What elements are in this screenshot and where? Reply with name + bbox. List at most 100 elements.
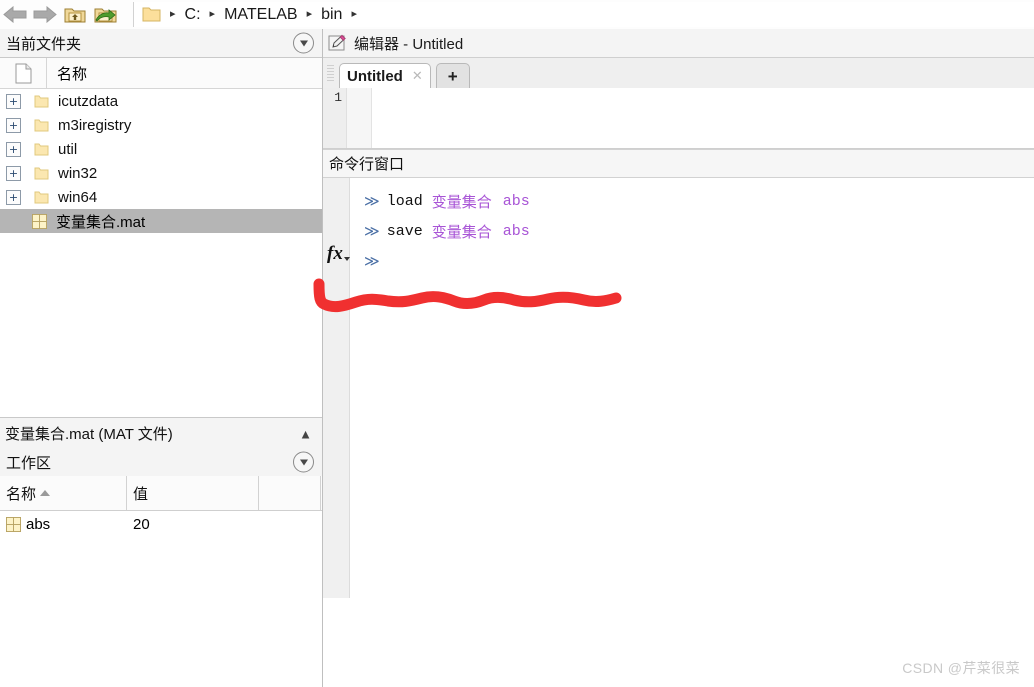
tree-row-label: icutzdata xyxy=(58,92,119,110)
workspace-variable-name: abs xyxy=(26,516,51,533)
prompt-symbol: ≫ xyxy=(364,223,380,241)
command-window-title: 命令行窗口 xyxy=(329,156,405,173)
editor-line-number: 1 xyxy=(334,90,342,105)
folder-icon xyxy=(34,118,49,133)
breadcrumb-sep: ▸ xyxy=(170,8,176,20)
browse-folder-icon[interactable] xyxy=(90,0,120,29)
new-tab-button[interactable]: + xyxy=(435,63,470,88)
editor-pencil-icon xyxy=(328,34,347,52)
close-icon[interactable]: ✕ xyxy=(412,68,423,84)
tree-row-label: util xyxy=(58,140,78,158)
command-line-active[interactable]: ≫ xyxy=(350,246,1034,276)
workspace-col-value-label: 值 xyxy=(133,485,149,503)
back-arrow-icon[interactable] xyxy=(0,0,30,29)
breadcrumb[interactable]: ▸ C: ▸ MATELAB ▸ bin ▸ xyxy=(133,2,1034,27)
tree-row-label: m3iregistry xyxy=(58,116,132,134)
breadcrumb-sep: ▸ xyxy=(351,8,357,20)
workspace-col-value[interactable]: 值 xyxy=(127,476,259,510)
expand-icon[interactable]: + xyxy=(6,189,21,205)
drag-grip-icon[interactable] xyxy=(327,65,334,82)
command-line-1: ≫ save 变量集合 abs xyxy=(350,216,1034,246)
workspace-panel-header: 工作区 xyxy=(0,448,322,477)
file-tree: + icutzdata + m3iregistry + util + win32… xyxy=(0,89,322,415)
command-arg-1: 变量集合 xyxy=(431,193,492,211)
breadcrumb-item-1[interactable]: MATELAB xyxy=(222,6,300,24)
breadcrumb-sep: ▸ xyxy=(306,8,313,20)
folder-icon xyxy=(34,94,49,109)
dropdown-circle-icon[interactable] xyxy=(293,451,314,473)
prompt-symbol: ≫ xyxy=(364,253,380,271)
file-tree-column-header: 名称 xyxy=(0,58,322,89)
tree-row-label: win64 xyxy=(58,188,98,206)
workspace-table-header: 名称 值 xyxy=(0,476,322,511)
command-arg-1: 变量集合 xyxy=(431,223,492,241)
csdn-watermark: CSDN @芹菜很菜 xyxy=(902,660,1020,676)
workspace-title: 工作区 xyxy=(6,454,52,472)
command-arg-2: abs xyxy=(502,192,530,210)
editor-text-area[interactable] xyxy=(372,88,1034,148)
editor-line-gutter: 1 xyxy=(323,88,347,148)
tree-row-mat-file[interactable]: 变量集合.mat xyxy=(0,209,322,233)
workspace-col-extra[interactable] xyxy=(259,476,321,510)
workspace-table: 名称 值 abs 20 xyxy=(0,476,322,538)
editor-text-area-wrap: 1 xyxy=(323,88,1034,149)
command-text: save xyxy=(386,222,423,240)
forward-arrow-icon[interactable] xyxy=(30,0,60,29)
fx-function-icon[interactable]: fx xyxy=(327,244,350,263)
command-window-lines: ≫ load 变量集合 abs ≫ save 变量集合 abs ≫ xyxy=(350,178,1034,598)
command-arg-2: abs xyxy=(502,222,530,240)
folder-icon xyxy=(34,166,49,181)
expand-icon[interactable]: + xyxy=(6,117,21,133)
prompt-symbol: ≫ xyxy=(364,193,380,211)
tree-row-util[interactable]: + util xyxy=(0,137,322,161)
tree-row-m3iregistry[interactable]: + m3iregistry xyxy=(0,113,322,137)
folder-icon xyxy=(34,190,49,205)
editor-panel-header: 编辑器 - Untitled xyxy=(323,29,1034,58)
expand-icon[interactable]: + xyxy=(6,93,21,109)
expand-icon[interactable]: + xyxy=(6,141,21,157)
workspace-cell-value: 20 xyxy=(133,516,150,533)
address-toolbar: ▸ C: ▸ MATELAB ▸ bin ▸ xyxy=(0,0,1034,30)
editor-fold-gutter xyxy=(347,88,372,148)
left-panel-column: 当前文件夹 名称 + icutzdata + m3iregistry + uti… xyxy=(0,29,323,687)
command-window-gutter: fx xyxy=(323,178,350,598)
up-folder-icon[interactable] xyxy=(60,0,90,29)
current-folder-panel-header: 当前文件夹 xyxy=(0,29,322,58)
breadcrumb-item-0[interactable]: C: xyxy=(183,6,203,24)
workspace-col-name[interactable]: 名称 xyxy=(0,476,127,510)
dropdown-circle-icon[interactable] xyxy=(293,32,314,54)
plus-icon: + xyxy=(447,66,458,86)
caret-down-icon xyxy=(343,257,350,261)
current-folder-title: 当前文件夹 xyxy=(6,35,82,53)
document-icon xyxy=(0,63,46,84)
command-window-header: 命令行窗口 xyxy=(323,149,1034,178)
file-info-text: 变量集合.mat (MAT 文件) xyxy=(5,426,173,443)
workspace-col-name-label: 名称 xyxy=(6,485,37,503)
sort-ascending-icon xyxy=(40,490,51,496)
folder-icon xyxy=(34,142,49,157)
editor-tab-label: Untitled xyxy=(347,67,403,85)
tree-row-label: 变量集合.mat xyxy=(56,213,146,231)
tree-row-win32[interactable]: + win32 xyxy=(0,161,322,185)
expand-icon[interactable]: + xyxy=(6,165,21,181)
mat-variable-icon xyxy=(6,517,21,532)
tree-row-win64[interactable]: + win64 xyxy=(0,185,322,209)
right-panel-column: 编辑器 - Untitled Untitled ✕ + 1 命令行窗口 fx ≫… xyxy=(323,29,1034,687)
chevron-up-icon[interactable]: ▲ xyxy=(299,426,312,441)
editor-tab-untitled[interactable]: Untitled ✕ xyxy=(339,63,431,88)
matlab-window: ▸ C: ▸ MATELAB ▸ bin ▸ 当前文件夹 名称 + icutzd… xyxy=(0,0,1034,687)
file-info-bar: 变量集合.mat (MAT 文件) ▲ xyxy=(0,417,322,450)
workspace-cell-name: abs xyxy=(0,511,127,538)
tree-row-icutzdata[interactable]: + icutzdata xyxy=(0,89,322,113)
command-line-0: ≫ load 变量集合 abs xyxy=(350,186,1034,216)
editor-tabstrip: Untitled ✕ + xyxy=(323,58,1034,88)
command-window-body[interactable]: fx ≫ load 变量集合 abs ≫ save 变量集合 abs ≫ xyxy=(323,178,1034,598)
workspace-row-abs[interactable]: abs 20 xyxy=(0,511,322,538)
breadcrumb-sep: ▸ xyxy=(209,8,216,20)
editor-title: 编辑器 - Untitled xyxy=(354,35,464,53)
folder-icon xyxy=(142,6,161,23)
mat-file-icon xyxy=(32,213,47,229)
breadcrumb-item-2[interactable]: bin xyxy=(319,6,344,24)
command-text: load xyxy=(386,192,423,210)
column-header-name[interactable]: 名称 xyxy=(46,58,322,88)
